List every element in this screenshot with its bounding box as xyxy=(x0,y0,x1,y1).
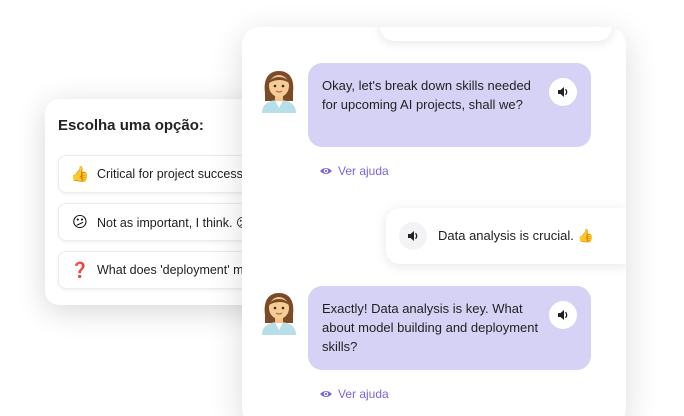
chat-panel: Okay, let's break down skills needed for… xyxy=(242,27,626,416)
assistant-avatar xyxy=(262,293,296,335)
bot-message-bubble: Okay, let's break down skills needed for… xyxy=(308,63,591,147)
eye-icon xyxy=(320,391,332,397)
view-help-label: Ver ajuda xyxy=(338,387,389,401)
play-audio-button[interactable] xyxy=(549,301,577,329)
bot-message-text: Exactly! Data analysis is key. What abou… xyxy=(322,301,539,354)
confused-face-icon: 😕 xyxy=(72,213,88,231)
user-message-bubble: Data analysis is crucial. 👍 xyxy=(386,208,626,264)
options-title: Escolha uma opção: xyxy=(58,117,204,134)
view-help-link[interactable]: Ver ajuda xyxy=(319,387,389,401)
bot-message-bubble: Exactly! Data analysis is key. What abou… xyxy=(308,286,591,370)
assistant-avatar xyxy=(262,71,296,113)
previous-message-bubble xyxy=(380,27,612,41)
view-help-label: Ver ajuda xyxy=(338,164,389,178)
speaker-icon xyxy=(557,310,567,320)
speaker-icon xyxy=(407,231,417,241)
thumbs-up-icon: 👍 xyxy=(70,165,90,183)
bot-message-text: Okay, let's break down skills needed for… xyxy=(322,78,531,112)
play-audio-button[interactable] xyxy=(399,222,427,250)
stage: Escolha uma opção: 👍 Critical for projec… xyxy=(0,0,684,416)
view-help-link[interactable]: Ver ajuda xyxy=(319,164,389,178)
speaker-icon xyxy=(557,87,567,97)
option-label: Not as important, I think. 😕 xyxy=(97,215,249,230)
option-label: Critical for project success xyxy=(97,167,243,181)
question-mark-icon: ❓ xyxy=(70,261,90,279)
user-message-text: Data analysis is crucial. 👍 xyxy=(438,228,594,243)
play-audio-button[interactable] xyxy=(549,78,577,106)
eye-icon xyxy=(320,168,332,174)
